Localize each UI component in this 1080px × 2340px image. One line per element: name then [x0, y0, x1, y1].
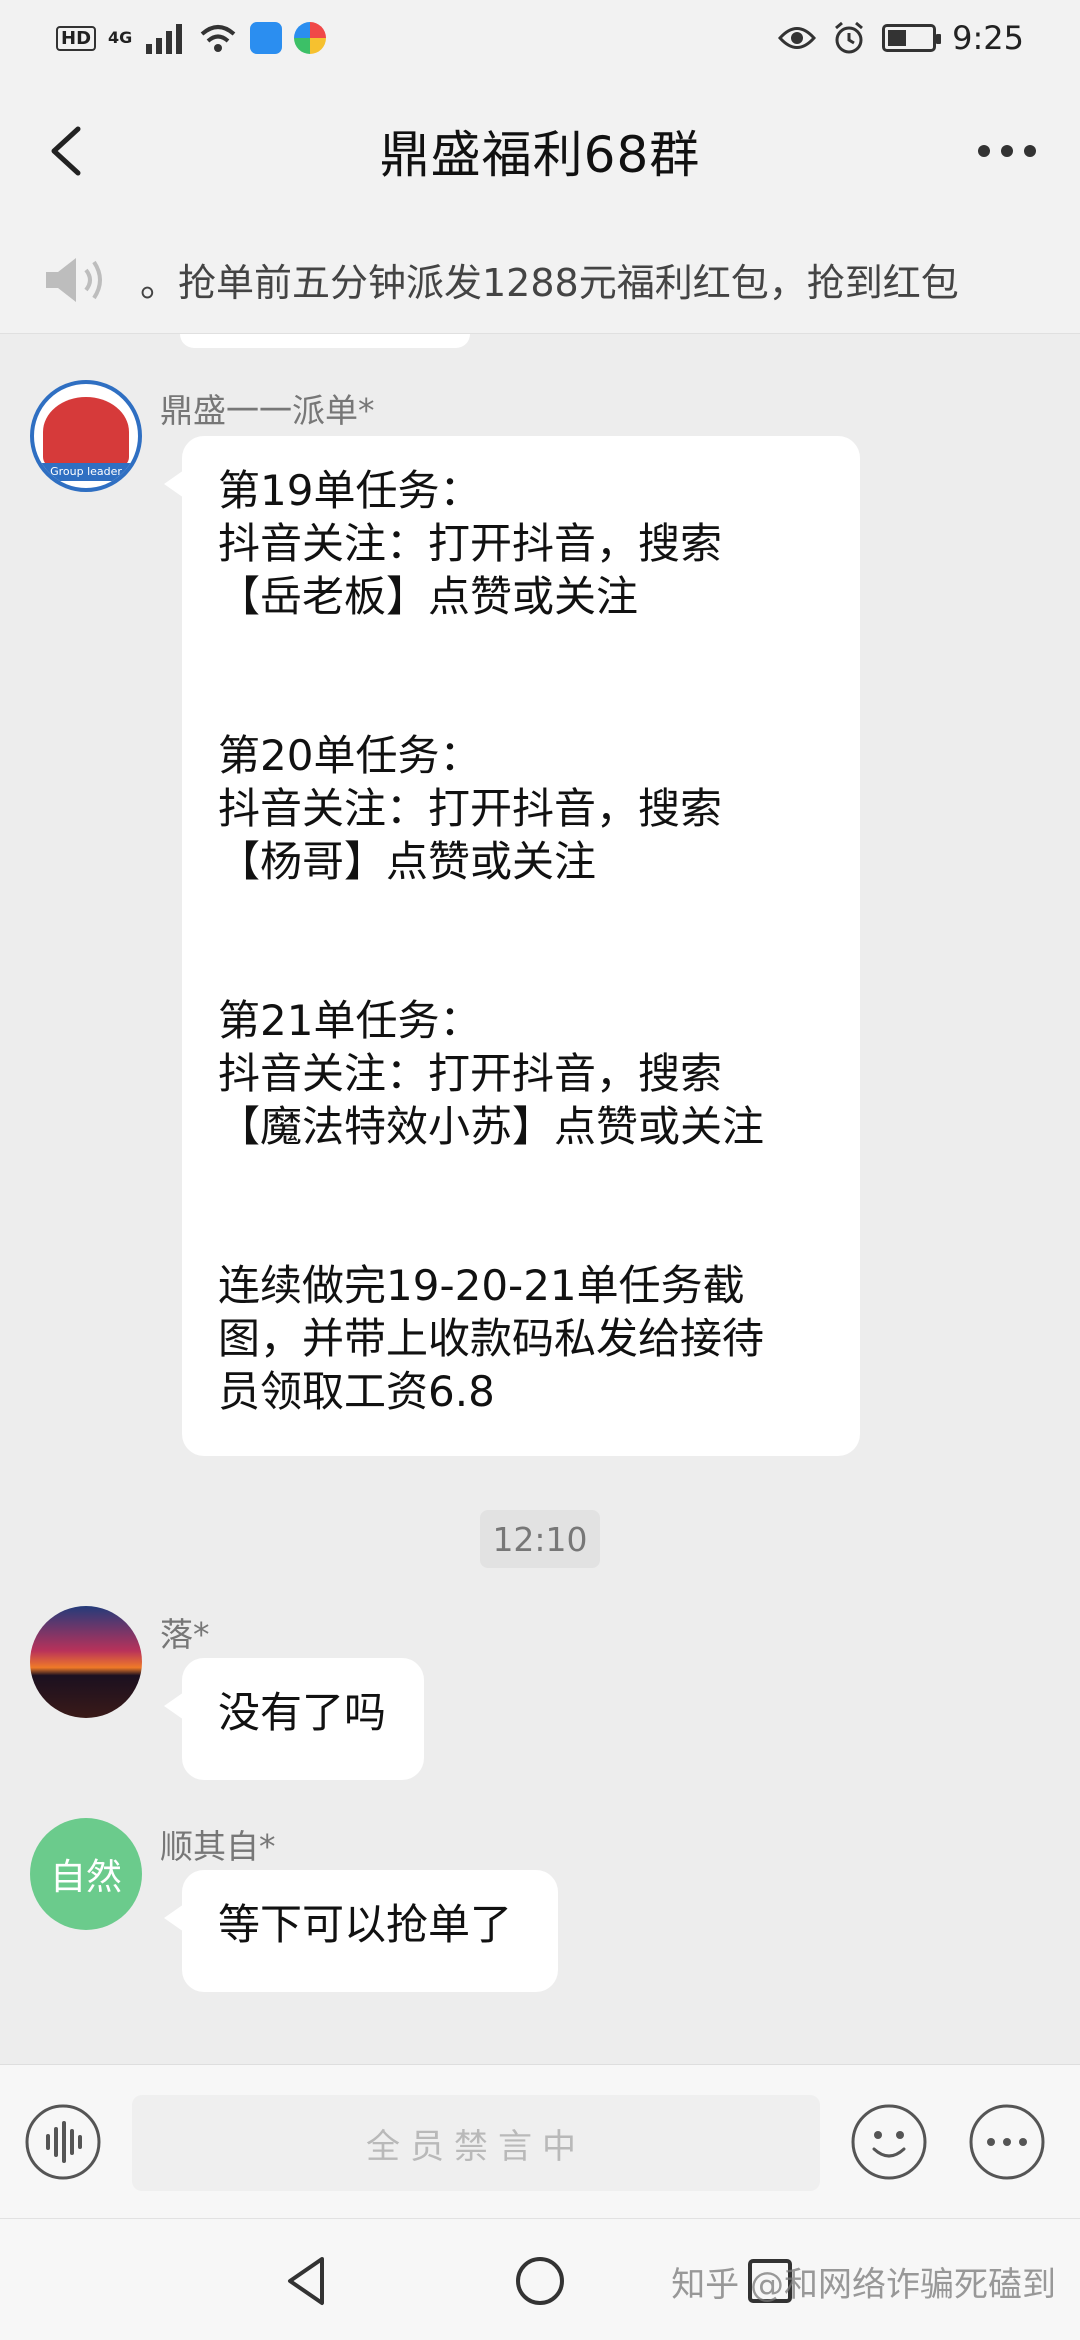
- battery-icon: [882, 24, 942, 52]
- nav-back-button[interactable]: [276, 2249, 340, 2313]
- chat-screen: HD 4G 9:25 鼎盛福利68群 。抢单前五分钟派发1288元福利红包，抢到…: [0, 0, 1080, 2340]
- nav-home-button[interactable]: [508, 2249, 572, 2313]
- seal-icon: [43, 397, 129, 467]
- sender-name: 落*: [160, 1615, 210, 1654]
- announcement-text: 。抢单前五分钟派发1288元福利红包，抢到红包: [140, 261, 959, 305]
- avatar[interactable]: 自然: [30, 1818, 142, 1930]
- message-list[interactable]: Group leader 鼎盛一一派单* 第19单任务： 抖音关注：打开抖音，搜…: [0, 334, 1080, 2064]
- message-bubble[interactable]: 等下可以抢单了: [164, 1870, 558, 1992]
- message-item: 落* 没有了吗: [0, 1606, 1080, 1806]
- more-actions-button[interactable]: [968, 2103, 1046, 2181]
- clock-time: 9:25: [952, 19, 1024, 57]
- nav-back-triangle-icon: [288, 2257, 324, 2305]
- more-options-button[interactable]: [972, 131, 1042, 171]
- nav-home-circle-icon: [516, 2257, 564, 2305]
- app-notification-icon: [250, 22, 283, 54]
- group-announcement[interactable]: 。抢单前五分钟派发1288元福利红包，抢到红包: [0, 226, 1080, 334]
- message-input[interactable]: 全员禁言中: [132, 2095, 820, 2191]
- message-bubble[interactable]: 没有了吗: [164, 1658, 424, 1780]
- message-bubble[interactable]: 第19单任务： 抖音关注：打开抖音，搜索 【岳老板】点赞或关注 第20单任务： …: [164, 436, 860, 1456]
- time-separator: 12:10: [480, 1510, 600, 1568]
- avatar[interactable]: Group leader: [30, 380, 142, 492]
- network-type: 4G: [108, 28, 133, 47]
- input-bar: 全员禁言中: [0, 2064, 1080, 2218]
- status-right: 9:25: [778, 19, 1024, 57]
- chevron-left-icon: [51, 126, 81, 176]
- back-button[interactable]: [40, 121, 100, 181]
- smiley-icon: [851, 2104, 927, 2180]
- sender-name: 顺其自*: [160, 1827, 276, 1866]
- system-nav-bar: 知乎 @和网络诈骗死磕到: [0, 2218, 1080, 2340]
- app-notification-icon-2: [294, 22, 327, 54]
- hd-indicator: HD: [56, 25, 97, 51]
- chat-header: 鼎盛福利68群: [0, 76, 1080, 226]
- wifi-icon: [198, 22, 238, 54]
- status-left: HD 4G: [56, 22, 327, 54]
- alarm-icon: [832, 21, 866, 55]
- message-item: Group leader 鼎盛一一派单* 第19单任务： 抖音关注：打开抖音，搜…: [0, 380, 1080, 1460]
- group-leader-badge: Group leader: [34, 463, 138, 481]
- speaker-icon: [40, 250, 110, 310]
- emoji-button[interactable]: [850, 2103, 928, 2181]
- more-circle-icon: [969, 2104, 1045, 2180]
- message-item: 自然 顺其自* 等下可以抢单了: [0, 1818, 1080, 2018]
- voice-wave-icon: [25, 2104, 101, 2180]
- group-title: 鼎盛福利68群: [379, 126, 701, 184]
- status-bar: HD 4G 9:25: [0, 0, 1080, 76]
- eye-icon: [778, 25, 817, 51]
- voice-button[interactable]: [24, 2103, 102, 2181]
- more-horizontal-icon: [978, 145, 1036, 157]
- signal-icon: [144, 22, 186, 54]
- sender-name: 鼎盛一一派单*: [160, 391, 375, 430]
- avatar[interactable]: [30, 1606, 142, 1718]
- watermark: 知乎 @和网络诈骗死磕到: [671, 2265, 1056, 2305]
- previous-message-edge: [180, 334, 470, 348]
